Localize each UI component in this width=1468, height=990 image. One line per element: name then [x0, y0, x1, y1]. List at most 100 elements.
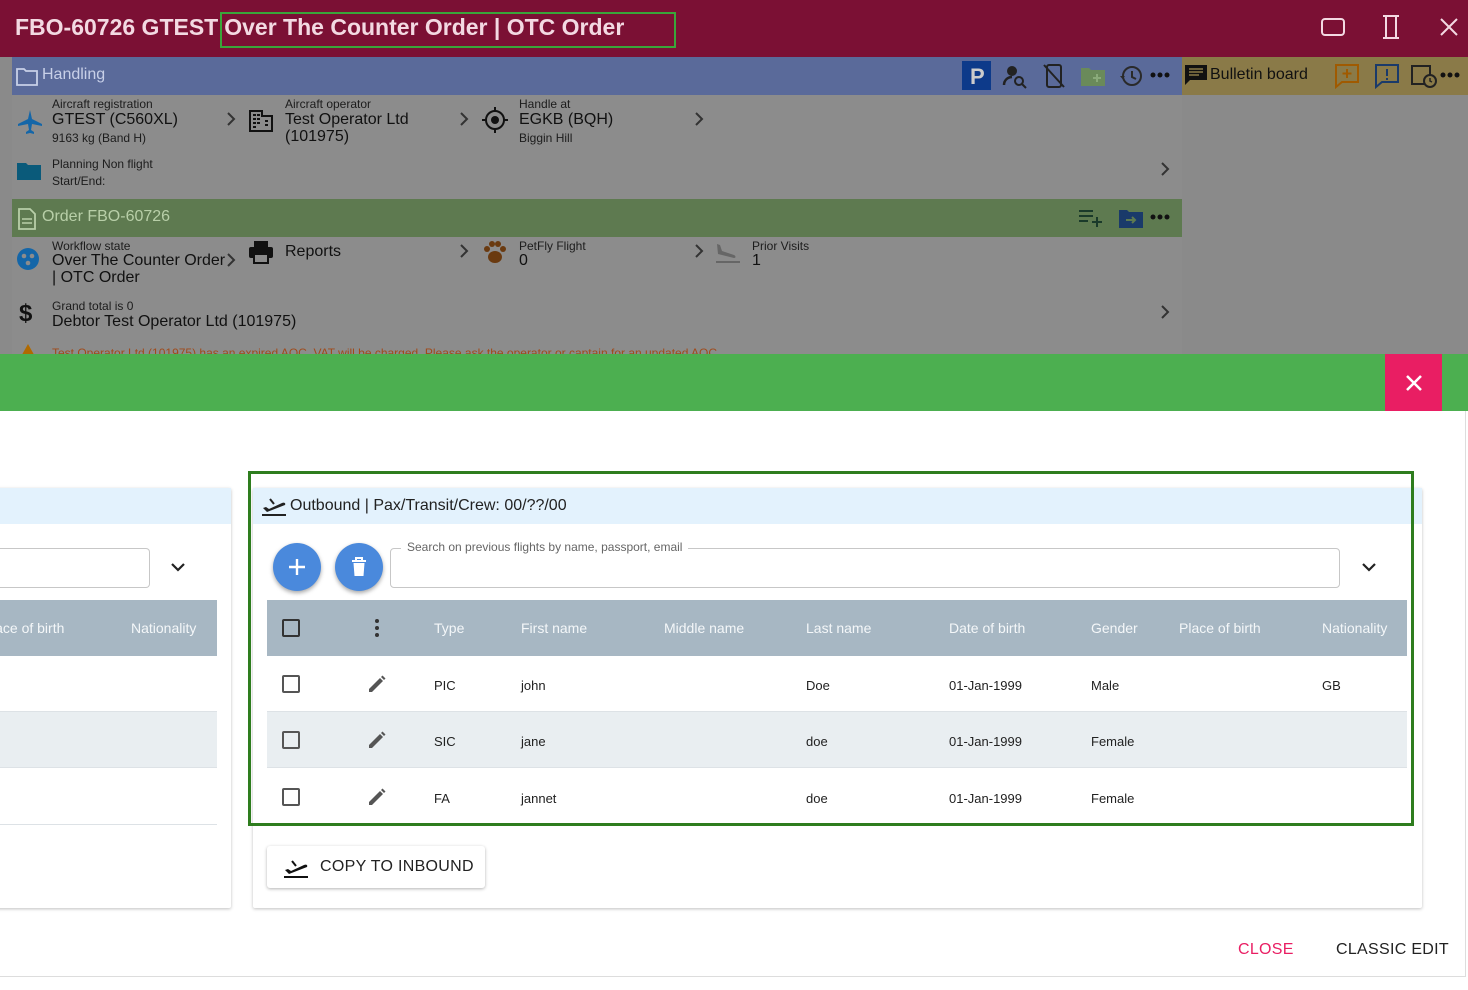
chevron-right-icon[interactable] — [226, 111, 236, 127]
background-order-view: Handling P Bulletin board Aircraft regis… — [0, 57, 1468, 354]
airplane-icon — [18, 110, 42, 134]
col-first-name[interactable]: First name — [521, 620, 587, 636]
dialog-body: lace of birth Nationality Outbound | Pax… — [0, 411, 1466, 977]
bulletin-more-icon[interactable] — [1440, 72, 1460, 78]
close-window-icon[interactable] — [1436, 14, 1462, 40]
col-gender[interactable]: Gender — [1091, 620, 1138, 636]
dialog-close-button[interactable] — [1385, 354, 1442, 411]
svg-text:P: P — [970, 64, 985, 89]
add-passenger-button[interactable] — [273, 543, 321, 591]
copy-to-inbound-button[interactable]: COPY TO INBOUND — [267, 846, 485, 888]
inbound-search-input[interactable] — [0, 548, 150, 588]
handling-header: Handling P — [12, 57, 1182, 95]
cell-first-name: jane — [521, 734, 546, 749]
chevron-right-icon[interactable] — [694, 111, 704, 127]
cell-last-name: doe — [806, 734, 828, 749]
more-options-icon[interactable] — [1150, 72, 1170, 78]
chevron-down-icon[interactable] — [1361, 561, 1377, 573]
handle-at-label: Handle at — [519, 97, 571, 111]
classic-edit-button[interactable]: CLASSIC EDIT — [1336, 941, 1449, 959]
workflow-label: Workflow state — [52, 239, 131, 253]
petfly-label: PetFly Flight — [519, 239, 586, 253]
edit-pencil-icon[interactable] — [367, 674, 387, 694]
aircraft-weight: 9163 kg (Band H) — [52, 131, 147, 145]
reports-link[interactable]: Reports — [285, 243, 341, 260]
add-folder-icon[interactable] — [1080, 65, 1106, 87]
order-panel: Workflow state Over The Counter Order | … — [12, 237, 1182, 354]
plus-icon — [289, 559, 305, 575]
col-type[interactable]: Type — [434, 620, 464, 636]
warning-icon — [22, 344, 34, 354]
col-middle-name[interactable]: Middle name — [664, 620, 744, 636]
workflow-value[interactable]: Over The Counter Order — [52, 252, 225, 269]
cell-type: PIC — [434, 678, 456, 693]
aircraft-registration-value[interactable]: GTEST (C560XL) — [52, 111, 178, 128]
inbound-table-header: lace of birth Nationality — [0, 600, 217, 656]
chevron-right-icon[interactable] — [226, 252, 236, 268]
table-row[interactable]: PIC john Doe 01-Jan-1999 Male GB — [267, 656, 1407, 712]
folder-filled-icon — [17, 163, 41, 180]
handling-title: Handling — [42, 66, 106, 83]
chevron-down-icon[interactable] — [170, 561, 186, 573]
col-place-of-birth[interactable]: Place of birth — [1179, 620, 1261, 636]
dollar-icon: $ — [19, 300, 33, 326]
close-button[interactable]: CLOSE — [1238, 941, 1294, 959]
previous-flights-search-input[interactable] — [391, 549, 1339, 587]
add-comment-icon[interactable] — [1334, 63, 1360, 89]
delete-passenger-button[interactable] — [335, 543, 383, 591]
chevron-right-icon[interactable] — [694, 243, 704, 259]
table-row[interactable]: FA jannet doe 01-Jan-1999 Female — [267, 769, 1407, 825]
history-note-icon[interactable] — [1410, 63, 1438, 89]
table-row — [0, 769, 217, 825]
trash-icon — [352, 557, 366, 576]
prior-visits-label: Prior Visits — [752, 239, 810, 253]
row-checkbox[interactable] — [282, 731, 300, 749]
col-date-of-birth[interactable]: Date of birth — [949, 620, 1025, 636]
previous-flights-search-label: Search on previous flights by name, pass… — [401, 540, 689, 554]
chevron-right-icon[interactable] — [459, 111, 469, 127]
more-vertical-icon[interactable] — [374, 618, 380, 638]
history-icon[interactable] — [1118, 63, 1144, 89]
aircraft-operator-value[interactable]: Test Operator Ltd — [285, 111, 409, 128]
playlist-add-icon[interactable] — [1078, 208, 1104, 228]
bulletin-header: Bulletin board — [1182, 57, 1468, 95]
cell-date-of-birth: 01-Jan-1999 — [949, 678, 1022, 693]
bulletin-title: Bulletin board — [1210, 66, 1308, 83]
edit-pencil-icon[interactable] — [367, 730, 387, 750]
petfly-value[interactable]: 0 — [519, 252, 528, 269]
handle-at-sub: Biggin Hill — [519, 131, 573, 145]
cell-type: SIC — [434, 734, 456, 749]
chevron-right-icon[interactable] — [1160, 304, 1170, 320]
handle-at-value[interactable]: EGKB (BQH) — [519, 111, 613, 128]
inbound-card-header — [0, 488, 231, 524]
inbound-col-place-of-birth[interactable]: lace of birth — [0, 620, 64, 636]
maximize-height-icon[interactable] — [1378, 14, 1404, 40]
select-all-checkbox[interactable] — [282, 619, 300, 637]
col-last-name[interactable]: Last name — [806, 620, 871, 636]
aoc-warning: Test Operator Ltd (101975) has an expire… — [52, 346, 721, 354]
parking-icon[interactable]: P — [962, 61, 991, 90]
inbound-col-nationality[interactable]: Nationality — [131, 620, 196, 636]
edit-pencil-icon[interactable] — [367, 787, 387, 807]
no-mobile-icon[interactable] — [1042, 63, 1066, 89]
chevron-right-icon[interactable] — [1160, 161, 1170, 177]
move-folder-icon[interactable] — [1118, 207, 1144, 229]
order-more-icon[interactable] — [1150, 214, 1170, 220]
table-row[interactable]: SIC jane doe 01-Jan-1999 Female — [267, 712, 1407, 768]
takeoff-icon — [262, 498, 286, 516]
debtor-value[interactable]: Debtor Test Operator Ltd (101975) — [52, 313, 296, 330]
outbound-card: Outbound | Pax/Transit/Crew: 00/??/00 Se… — [253, 488, 1422, 908]
cell-gender: Female — [1091, 734, 1135, 749]
close-icon — [1405, 374, 1422, 391]
restore-window-icon[interactable] — [1320, 14, 1346, 40]
order-header: Order FBO-60726 — [12, 199, 1182, 237]
col-nationality[interactable]: Nationality — [1322, 620, 1387, 636]
prior-visits-value[interactable]: 1 — [752, 252, 761, 269]
row-checkbox[interactable] — [282, 675, 300, 693]
paw-icon — [484, 241, 506, 263]
chevron-right-icon[interactable] — [459, 243, 469, 259]
window-title-prefix: FBO-60726 GTEST — [15, 14, 219, 40]
alert-comment-icon[interactable] — [1374, 63, 1400, 89]
person-search-icon[interactable] — [1002, 63, 1028, 89]
row-checkbox[interactable] — [282, 788, 300, 806]
